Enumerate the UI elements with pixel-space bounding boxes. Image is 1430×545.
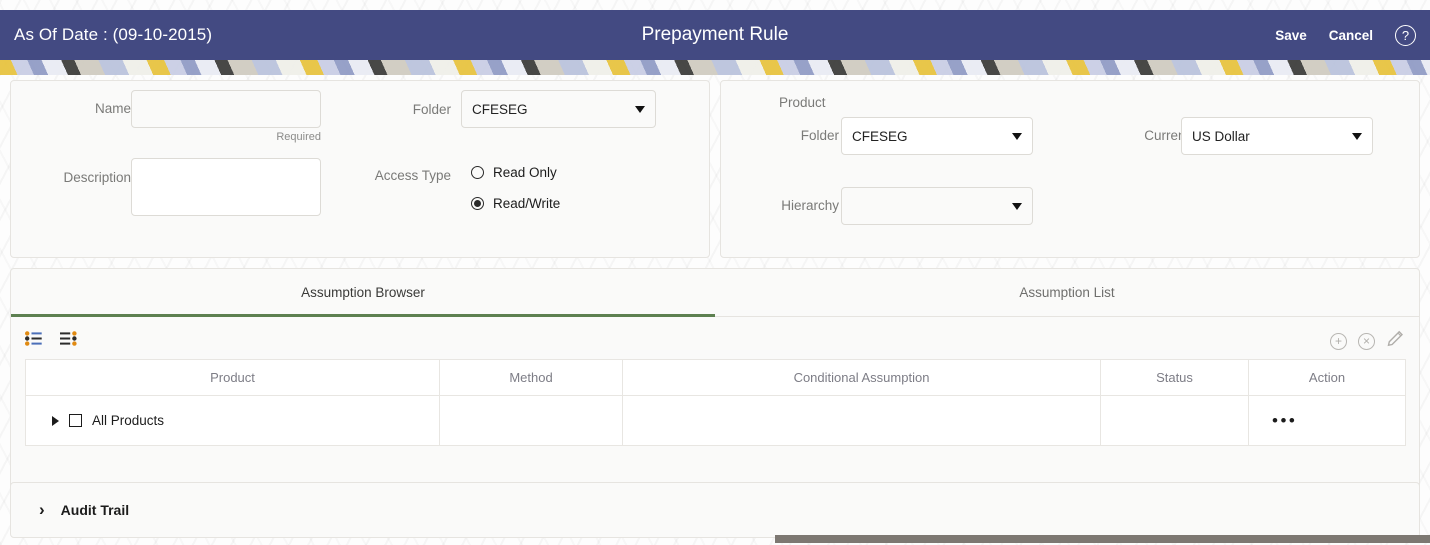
folder-select[interactable]: CFESEG	[461, 90, 656, 128]
help-icon[interactable]: ?	[1395, 24, 1416, 46]
chevron-down-icon	[1352, 132, 1362, 140]
column-header-product: Product	[25, 359, 440, 396]
as-of-date-label: As Of Date : (09-10-2015)	[14, 25, 213, 44]
hierarchy-label: Hierarchy	[781, 198, 839, 213]
access-type-read-only-label: Read Only	[493, 165, 557, 180]
horizontal-scrollbar-thumb[interactable]	[775, 535, 1430, 543]
page-root: As Of Date : (09-10-2015) Prepayment Rul…	[0, 0, 1430, 545]
assumption-tabs: Assumption Browser Assumption List	[11, 269, 1419, 317]
cell-method	[439, 395, 623, 446]
cell-product-label: All Products	[92, 413, 165, 428]
column-header-status: Status	[1100, 359, 1249, 396]
header-actions: Save Cancel ?	[1275, 24, 1416, 46]
name-required-hint: Required	[276, 131, 321, 143]
description-input[interactable]	[131, 158, 321, 216]
description-label: Description	[63, 170, 131, 185]
radio-read-write-icon	[471, 197, 484, 210]
edit-icon[interactable]	[1386, 329, 1405, 353]
app-header-bar: As Of Date : (09-10-2015) Prepayment Rul…	[0, 10, 1430, 60]
grid-toolbar: + ×	[25, 323, 1405, 359]
access-type-read-only-option[interactable]: Read Only	[471, 165, 557, 180]
assumption-panel: Assumption Browser Assumption List + × P…	[10, 268, 1420, 498]
product-selection-panel: Product Folder CFESEG Hierarchy Currency…	[720, 80, 1420, 258]
column-header-action: Action	[1248, 359, 1406, 396]
audit-trail-title: Audit Trail	[60, 502, 130, 518]
cancel-button[interactable]: Cancel	[1329, 28, 1373, 43]
tab-assumption-browser-label: Assumption Browser	[301, 285, 425, 300]
cell-conditional-assumption	[622, 395, 1101, 446]
grid-action-icons: + ×	[1330, 329, 1405, 353]
assumption-grid-area: + × Product Method Conditional Assumptio…	[25, 323, 1406, 483]
column-header-conditional-assumption: Conditional Assumption	[622, 359, 1101, 396]
delete-icon[interactable]: ×	[1358, 332, 1375, 350]
product-folder-label: Folder	[800, 128, 839, 143]
product-folder-select[interactable]: CFESEG	[841, 117, 1033, 155]
row-checkbox[interactable]	[69, 414, 82, 427]
column-header-method: Method	[439, 359, 623, 396]
tab-assumption-list-label: Assumption List	[1019, 285, 1115, 300]
access-type-read-write-label: Read/Write	[493, 196, 561, 211]
audit-trail-section[interactable]: › Audit Trail	[10, 482, 1420, 538]
cell-status	[1100, 395, 1249, 446]
access-type-label: Access Type	[374, 168, 451, 183]
name-input[interactable]	[131, 90, 321, 128]
list-bullets-icon[interactable]	[25, 331, 42, 351]
hierarchy-select[interactable]	[841, 187, 1033, 225]
cell-product: All Products	[25, 395, 440, 446]
currency-select[interactable]: US Dollar	[1181, 117, 1373, 155]
row-actions-menu-icon[interactable]: •••	[1250, 411, 1404, 431]
product-section-label: Product	[779, 95, 826, 110]
name-label: Name	[94, 101, 131, 116]
tab-assumption-browser[interactable]: Assumption Browser	[11, 269, 715, 317]
product-folder-select-value: CFESEG	[852, 128, 908, 144]
chevron-right-icon[interactable]: ›	[39, 500, 45, 520]
folder-select-value: CFESEG	[472, 101, 528, 117]
currency-select-value: US Dollar	[1192, 128, 1250, 144]
rule-details-panel: Name Required Description Folder CFESEG …	[10, 80, 710, 258]
tab-assumption-list[interactable]: Assumption List	[715, 269, 1419, 316]
chevron-down-icon	[635, 105, 645, 113]
table-header-row: Product Method Conditional Assumption St…	[25, 359, 1406, 396]
page-title: Prepayment Rule	[641, 24, 789, 45]
horizontal-scrollbar[interactable]	[0, 535, 1430, 545]
assumption-table: Product Method Conditional Assumption St…	[25, 359, 1406, 446]
list-reverse-bullets-icon[interactable]	[60, 331, 77, 351]
chevron-down-icon	[1012, 202, 1022, 210]
chevron-down-icon	[1012, 132, 1022, 140]
save-button[interactable]: Save	[1275, 28, 1307, 43]
table-row: All Products •••	[25, 395, 1406, 446]
cell-action: •••	[1248, 395, 1406, 446]
access-type-read-write-option[interactable]: Read/Write	[471, 196, 560, 211]
folder-label: Folder	[412, 102, 451, 117]
add-icon[interactable]: +	[1330, 332, 1347, 350]
radio-read-only-icon	[471, 166, 484, 179]
decorative-stripe-band	[0, 60, 1430, 75]
expand-triangle-icon[interactable]	[52, 415, 59, 426]
